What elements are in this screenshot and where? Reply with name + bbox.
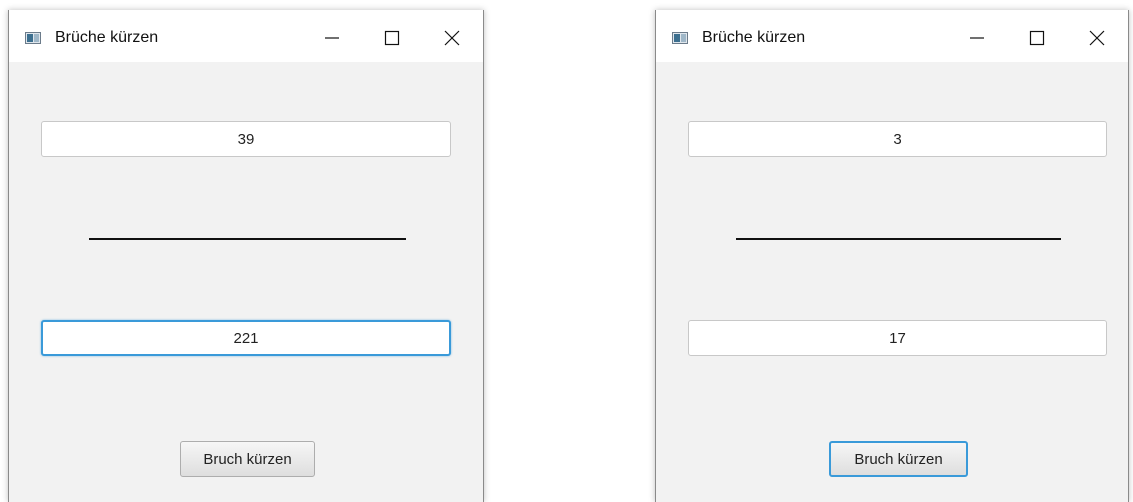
reduce-button[interactable]: Bruch kürzen <box>180 441 315 477</box>
reduce-button[interactable]: Bruch kürzen <box>829 441 968 477</box>
app-window-icon <box>672 32 688 44</box>
reduce-button-label: Bruch kürzen <box>854 450 943 468</box>
reduce-button-label: Bruch kürzen <box>203 450 292 468</box>
numerator-value: 39 <box>237 130 255 148</box>
numerator-value: 3 <box>893 130 902 148</box>
denominator-value: 221 <box>233 329 259 347</box>
close-button[interactable] <box>429 20 475 56</box>
maximize-button[interactable] <box>1014 20 1060 56</box>
window-title: Brüche kürzen <box>55 29 159 46</box>
denominator-value: 17 <box>889 329 906 347</box>
minimize-icon <box>970 37 984 39</box>
title-bar[interactable]: Brüche kürzen <box>656 10 1128 62</box>
fraction-bar <box>89 238 406 240</box>
maximize-icon <box>1029 30 1045 46</box>
minimize-button[interactable] <box>309 20 355 56</box>
app-window-icon <box>25 32 41 44</box>
window-title: Brüche kürzen <box>702 29 806 46</box>
minimize-icon <box>325 37 339 39</box>
fraction-bar <box>736 238 1061 240</box>
denominator-field[interactable]: 221 <box>41 320 451 356</box>
maximize-icon <box>384 30 400 46</box>
maximize-button[interactable] <box>369 20 415 56</box>
close-button[interactable] <box>1074 20 1120 56</box>
fraction-window-after: Brüche kürzen 3 17 Bruch kürzen <box>655 10 1129 502</box>
close-icon <box>1089 30 1105 46</box>
denominator-field[interactable]: 17 <box>688 320 1107 356</box>
fraction-window-before: Brüche kürzen 39 221 Bruch kürzen <box>8 10 484 502</box>
numerator-field[interactable]: 39 <box>41 121 451 157</box>
minimize-button[interactable] <box>954 20 1000 56</box>
close-icon <box>444 30 460 46</box>
title-bar[interactable]: Brüche kürzen <box>9 10 483 62</box>
numerator-field[interactable]: 3 <box>688 121 1107 157</box>
